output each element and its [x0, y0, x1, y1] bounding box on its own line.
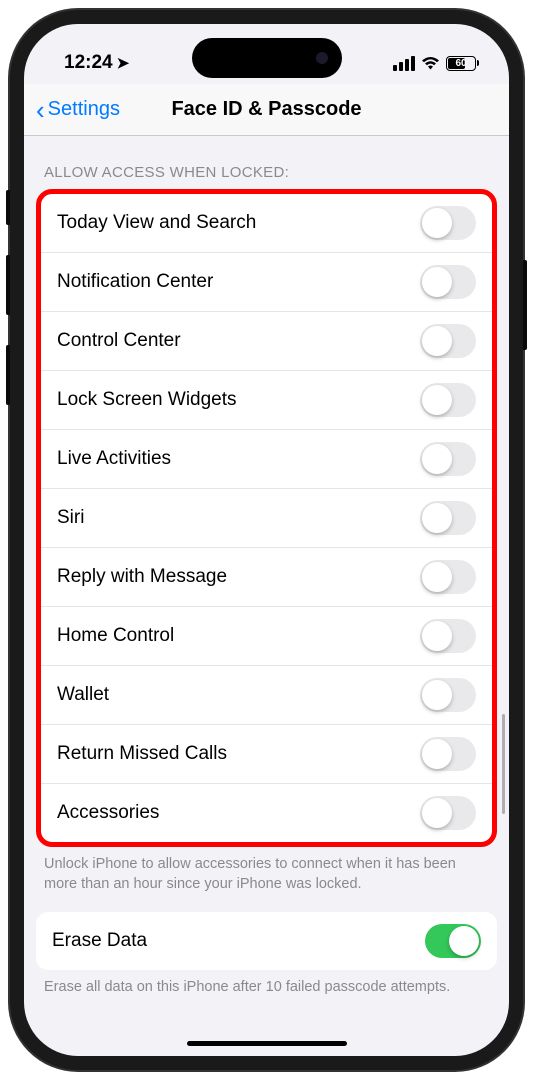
wifi-icon — [421, 56, 440, 70]
setting-row: Notification Center — [41, 253, 492, 312]
setting-row: Lock Screen Widgets — [41, 371, 492, 430]
setting-toggle[interactable] — [420, 383, 476, 417]
setting-row: Wallet — [41, 666, 492, 725]
setting-label: Accessories — [57, 802, 159, 824]
setting-toggle[interactable] — [420, 324, 476, 358]
section-footer-erase: Erase all data on this iPhone after 10 f… — [24, 970, 509, 1016]
setting-label: Notification Center — [57, 271, 213, 293]
setting-row: Return Missed Calls — [41, 725, 492, 784]
setting-toggle[interactable] — [420, 501, 476, 535]
setting-label: Live Activities — [57, 448, 171, 470]
scrollbar[interactable] — [502, 714, 505, 814]
page-title: Face ID & Passcode — [171, 98, 361, 121]
setting-row: Today View and Search — [41, 194, 492, 253]
section-header-allow-access: ALLOW ACCESS WHEN LOCKED: — [24, 136, 509, 189]
dynamic-island — [192, 38, 342, 78]
erase-data-group: Erase Data — [36, 912, 497, 970]
setting-toggle[interactable] — [420, 737, 476, 771]
screen: 12:24 ➤ 60 ‹ Settings — [24, 24, 509, 1056]
erase-data-row: Erase Data — [36, 912, 497, 970]
setting-label: Siri — [57, 507, 84, 529]
erase-data-label: Erase Data — [52, 930, 147, 952]
setting-label: Wallet — [57, 684, 109, 706]
setting-row: Home Control — [41, 607, 492, 666]
location-icon: ➤ — [117, 54, 130, 72]
setting-label: Control Center — [57, 330, 181, 352]
allow-access-group: Today View and Search Notification Center… — [36, 189, 497, 847]
setting-toggle[interactable] — [420, 206, 476, 240]
back-button[interactable]: ‹ Settings — [36, 97, 120, 123]
setting-label: Return Missed Calls — [57, 743, 227, 765]
setting-row: Control Center — [41, 312, 492, 371]
setting-label: Reply with Message — [57, 566, 227, 588]
setting-toggle[interactable] — [420, 678, 476, 712]
battery-icon: 60 — [446, 56, 479, 71]
setting-toggle[interactable] — [420, 619, 476, 653]
section-footer-accessories: Unlock iPhone to allow accessories to co… — [24, 847, 509, 912]
erase-data-toggle[interactable] — [425, 924, 481, 958]
setting-label: Lock Screen Widgets — [57, 389, 237, 411]
setting-row: Siri — [41, 489, 492, 548]
back-label: Settings — [48, 98, 120, 121]
setting-label: Home Control — [57, 625, 174, 647]
setting-toggle[interactable] — [420, 796, 476, 830]
setting-toggle[interactable] — [420, 265, 476, 299]
setting-label: Today View and Search — [57, 212, 256, 234]
phone-frame: 12:24 ➤ 60 ‹ Settings — [10, 10, 523, 1070]
home-indicator[interactable] — [187, 1041, 347, 1046]
setting-row: Live Activities — [41, 430, 492, 489]
setting-toggle[interactable] — [420, 560, 476, 594]
chevron-left-icon: ‹ — [36, 97, 45, 123]
nav-bar: ‹ Settings Face ID & Passcode — [24, 84, 509, 136]
content-scroll[interactable]: ALLOW ACCESS WHEN LOCKED: Today View and… — [24, 136, 509, 1056]
cellular-icon — [393, 56, 415, 71]
setting-toggle[interactable] — [420, 442, 476, 476]
setting-row: Accessories — [41, 784, 492, 842]
setting-row: Reply with Message — [41, 548, 492, 607]
status-time: 12:24 — [64, 52, 113, 74]
